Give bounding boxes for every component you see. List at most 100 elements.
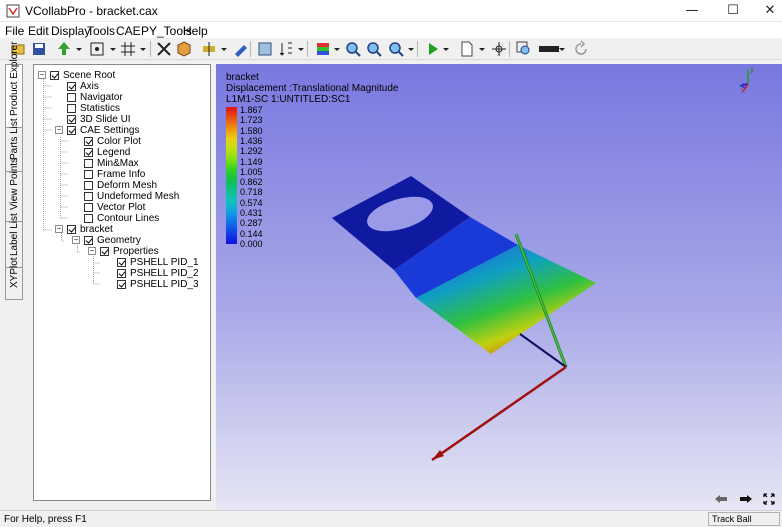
menu-display[interactable]: Display	[51, 24, 90, 38]
tree-item[interactable]: Legend	[34, 147, 210, 158]
zoom-out-icon[interactable]	[365, 40, 383, 58]
tree-checkbox[interactable]	[84, 159, 93, 168]
collapse-icon[interactable]: −	[55, 225, 63, 233]
tree-checkbox[interactable]	[84, 192, 93, 201]
annotation-icon[interactable]	[256, 40, 274, 58]
menu-cae[interactable]: CAE	[116, 24, 141, 38]
collapse-icon[interactable]: −	[55, 126, 63, 134]
prev-icon[interactable]	[714, 494, 728, 504]
tree-item[interactable]: Color Plot	[34, 136, 210, 147]
bracket-model	[332, 176, 596, 354]
tree-checkbox[interactable]	[117, 258, 126, 267]
tree-checkbox[interactable]	[117, 280, 126, 289]
tree-checkbox[interactable]	[67, 93, 76, 102]
tree-item[interactable]: Min&Max	[34, 158, 210, 169]
tab-xyplot[interactable]: XYPlot	[5, 257, 23, 300]
tree-item[interactable]: Axis	[34, 81, 210, 92]
tree-checkbox[interactable]	[100, 247, 109, 256]
menu-edit[interactable]: Edit	[28, 24, 49, 38]
tree-checkbox[interactable]	[84, 203, 93, 212]
sort-icon[interactable]	[277, 40, 295, 58]
zoom-in-icon[interactable]	[344, 40, 362, 58]
menu-file[interactable]: File	[5, 24, 24, 38]
tree-checkbox[interactable]	[117, 269, 126, 278]
tree-checkbox[interactable]	[84, 137, 93, 146]
crosshair-icon[interactable]	[490, 40, 508, 58]
refresh-icon[interactable]	[572, 40, 590, 58]
tree-item-label: Legend	[97, 147, 131, 158]
tree-item[interactable]: − bracket	[34, 224, 210, 235]
save-icon[interactable]	[30, 40, 48, 58]
tree-item-label: Contour Lines	[97, 213, 160, 224]
tree-item[interactable]: − Geometry	[34, 235, 210, 246]
tree-item-label: bracket	[80, 224, 113, 235]
minimize-button[interactable]: —	[674, 0, 710, 22]
menu-help[interactable]: Help	[183, 24, 208, 38]
tree-item[interactable]: PSHELL PID_3	[34, 279, 210, 290]
tree-checkbox[interactable]	[67, 104, 76, 113]
tab-xyplot-label: XYPlot	[9, 257, 20, 288]
tree-item[interactable]: − Scene Root	[34, 70, 210, 81]
maximize-button[interactable]: ☐	[715, 0, 751, 22]
tree-item[interactable]: 3D Slide UI	[34, 114, 210, 125]
status-mode: Track Ball	[708, 512, 780, 526]
tree-checkbox[interactable]	[84, 170, 93, 179]
cube-icon[interactable]	[175, 40, 193, 58]
tree-item-label: Geometry	[97, 235, 141, 246]
tree-item[interactable]: Frame Info	[34, 169, 210, 180]
fit-view-icon[interactable]	[88, 40, 106, 58]
tree-item[interactable]: Navigator	[34, 92, 210, 103]
grid-icon[interactable]	[119, 40, 137, 58]
tree-item[interactable]: Contour Lines	[34, 213, 210, 224]
next-icon[interactable]	[739, 494, 753, 504]
tree-item[interactable]: Vector Plot	[34, 202, 210, 213]
3d-viewport[interactable]: bracket Displacement :Translational Magn…	[216, 64, 782, 510]
window-title: VCollabPro - bracket.cax	[25, 4, 158, 18]
explode-icon[interactable]	[155, 40, 173, 58]
probe-icon[interactable]	[232, 40, 250, 58]
triad-x-label: x	[741, 86, 745, 95]
tree-checkbox[interactable]	[67, 82, 76, 91]
tree-item[interactable]: PSHELL PID_2	[34, 268, 210, 279]
tree-item[interactable]: Deform Mesh	[34, 180, 210, 191]
tree-checkbox[interactable]	[67, 225, 76, 234]
tree-item-label: CAE Settings	[80, 125, 140, 136]
tree-item[interactable]: Undeformed Mesh	[34, 191, 210, 202]
collapse-icon[interactable]: −	[38, 71, 46, 79]
axis-triad: y z x	[739, 65, 754, 95]
tree-checkbox[interactable]	[84, 148, 93, 157]
collapse-icon[interactable]: −	[88, 247, 96, 255]
tree-item-label: Navigator	[80, 92, 123, 103]
tab-product-explorer-label: Product Explorer	[9, 41, 20, 116]
triad-y-label: y	[750, 65, 754, 74]
tree-checkbox[interactable]	[67, 115, 76, 124]
status-bar: For Help, press F1 Track Ball	[0, 510, 782, 527]
tree-checkbox[interactable]	[84, 236, 93, 245]
tree-item[interactable]: − CAE Settings	[34, 125, 210, 136]
collapse-icon[interactable]: −	[72, 236, 80, 244]
zoom-window-icon[interactable]	[387, 40, 405, 58]
section-icon[interactable]	[200, 40, 218, 58]
zoom-fit-icon[interactable]	[515, 40, 533, 58]
tree-checkbox[interactable]	[84, 214, 93, 223]
color-plot-icon[interactable]	[314, 40, 332, 58]
document-icon[interactable]	[458, 40, 476, 58]
tree-item[interactable]: PSHELL PID_1	[34, 257, 210, 268]
tree-item-label: Statistics	[80, 103, 121, 114]
play-icon[interactable]	[424, 40, 442, 58]
fullscreen-icon[interactable]	[763, 493, 775, 505]
close-button[interactable]: ✕	[752, 0, 782, 22]
menu-tools[interactable]: Tools	[87, 24, 115, 38]
tree-item[interactable]: − Properties	[34, 246, 210, 257]
tree-item-label: Color Plot	[97, 136, 141, 147]
title-bar: VCollabPro - bracket.cax — ☐ ✕	[0, 0, 782, 22]
tree-item-label: Deform Mesh	[97, 180, 158, 191]
tree-checkbox[interactable]	[84, 181, 93, 190]
tree-checkbox[interactable]	[67, 126, 76, 135]
menu-bar: File Edit Display Tools CAE PY_Tools Hel…	[0, 22, 782, 39]
tree-item[interactable]: Statistics	[34, 103, 210, 114]
vcollab-app-icon	[6, 4, 20, 18]
tree-item-label: Axis	[80, 81, 99, 92]
up-arrow-icon[interactable]	[55, 40, 73, 58]
tree-checkbox[interactable]	[50, 71, 59, 80]
